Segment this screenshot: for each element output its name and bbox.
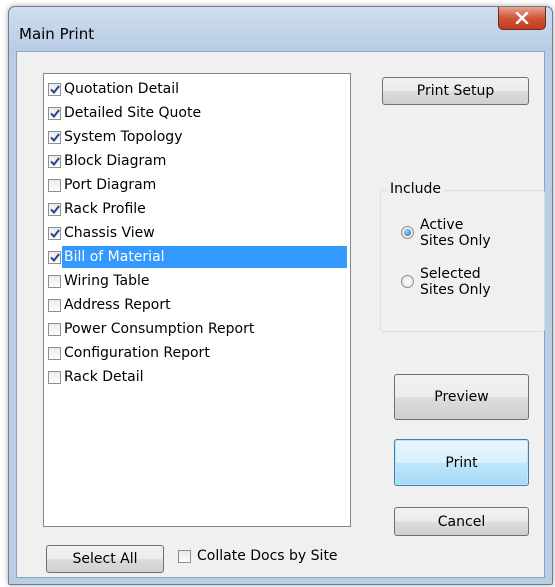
list-item[interactable]: Block Diagram (48, 149, 348, 173)
main-print-window: Main Print Quotation Detail Detailed Sit… (8, 6, 553, 585)
list-item[interactable]: Rack Detail (48, 365, 348, 389)
check-icon (49, 204, 60, 214)
check-icon (49, 108, 60, 118)
list-item-selected[interactable]: Bill of Material (48, 245, 348, 269)
include-group: Include Active Sites Only Selected Sites… (380, 181, 545, 332)
list-item[interactable]: Configuration Report (48, 341, 348, 365)
close-icon (515, 12, 529, 24)
list-item-label: Detailed Site Quote (64, 105, 202, 121)
collate-checkbox[interactable] (178, 549, 191, 563)
checkbox-block-diagram[interactable] (48, 154, 61, 168)
checkbox-power-consumption-report[interactable] (48, 322, 61, 336)
list-item[interactable]: Quotation Detail (48, 77, 348, 101)
list-item[interactable]: Chassis View (48, 221, 348, 245)
list-item-label: Wiring Table (64, 273, 150, 289)
list-item[interactable]: System Topology (48, 125, 348, 149)
checkbox-bill-of-material[interactable] (48, 250, 61, 264)
checkbox-address-report[interactable] (48, 298, 61, 312)
report-list[interactable]: Quotation Detail Detailed Site Quote Sys… (43, 73, 351, 527)
list-item[interactable]: Power Consumption Report (48, 317, 348, 341)
list-item-label: Address Report (64, 297, 171, 313)
dialog-client-area: Quotation Detail Detailed Site Quote Sys… (16, 51, 545, 578)
radio-active-sites-indicator[interactable] (401, 226, 414, 239)
checkbox-quotation-detail[interactable] (48, 82, 61, 96)
list-item-label: Bill of Material (64, 249, 165, 265)
radio-active-sites-label: Active Sites Only (420, 217, 491, 249)
list-item[interactable]: Rack Profile (48, 197, 348, 221)
list-item-label: Rack Profile (64, 201, 146, 217)
check-icon (49, 228, 60, 238)
select-all-button[interactable]: Select All (46, 545, 164, 573)
checkbox-system-topology[interactable] (48, 130, 61, 144)
cancel-button[interactable]: Cancel (394, 507, 529, 536)
list-item[interactable]: Detailed Site Quote (48, 101, 348, 125)
radio-selected-sites-label: Selected Sites Only (420, 266, 491, 298)
include-group-label: Include (387, 181, 444, 197)
checkbox-chassis-view[interactable] (48, 226, 61, 240)
check-icon (49, 156, 60, 166)
check-icon (49, 132, 60, 142)
preview-button[interactable]: Preview (394, 374, 529, 420)
list-item[interactable]: Port Diagram (48, 173, 348, 197)
list-item-label: Configuration Report (64, 345, 210, 361)
print-setup-button[interactable]: Print Setup (382, 77, 529, 105)
checkbox-configuration-report[interactable] (48, 346, 61, 360)
check-icon (49, 252, 60, 262)
list-item-label: Chassis View (64, 225, 155, 241)
list-item-label: Power Consumption Report (64, 321, 255, 337)
checkbox-rack-detail[interactable] (48, 370, 61, 384)
list-item-label: Quotation Detail (64, 81, 180, 97)
list-item-label: Block Diagram (64, 153, 167, 169)
list-item-label: Port Diagram (64, 177, 157, 193)
checkbox-detailed-site-quote[interactable] (48, 106, 61, 120)
list-item[interactable]: Address Report (48, 293, 348, 317)
radio-selected-sites[interactable]: Selected Sites Only (401, 266, 500, 298)
collate-label: Collate Docs by Site (197, 548, 338, 564)
print-button[interactable]: Print (394, 439, 529, 486)
list-item-label: Rack Detail (64, 369, 144, 385)
checkbox-port-diagram[interactable] (48, 178, 61, 192)
checkbox-wiring-table[interactable] (48, 274, 61, 288)
close-button[interactable] (498, 7, 546, 30)
radio-selected-sites-indicator[interactable] (401, 275, 414, 288)
check-icon (49, 84, 60, 94)
collate-checkbox-row[interactable]: Collate Docs by Site (178, 548, 338, 564)
list-item[interactable]: Wiring Table (48, 269, 348, 293)
title-bar[interactable]: Main Print (9, 7, 552, 51)
list-item-label: System Topology (64, 129, 183, 145)
checkbox-rack-profile[interactable] (48, 202, 61, 216)
window-title: Main Print (19, 25, 95, 43)
radio-active-sites[interactable]: Active Sites Only (401, 217, 500, 249)
